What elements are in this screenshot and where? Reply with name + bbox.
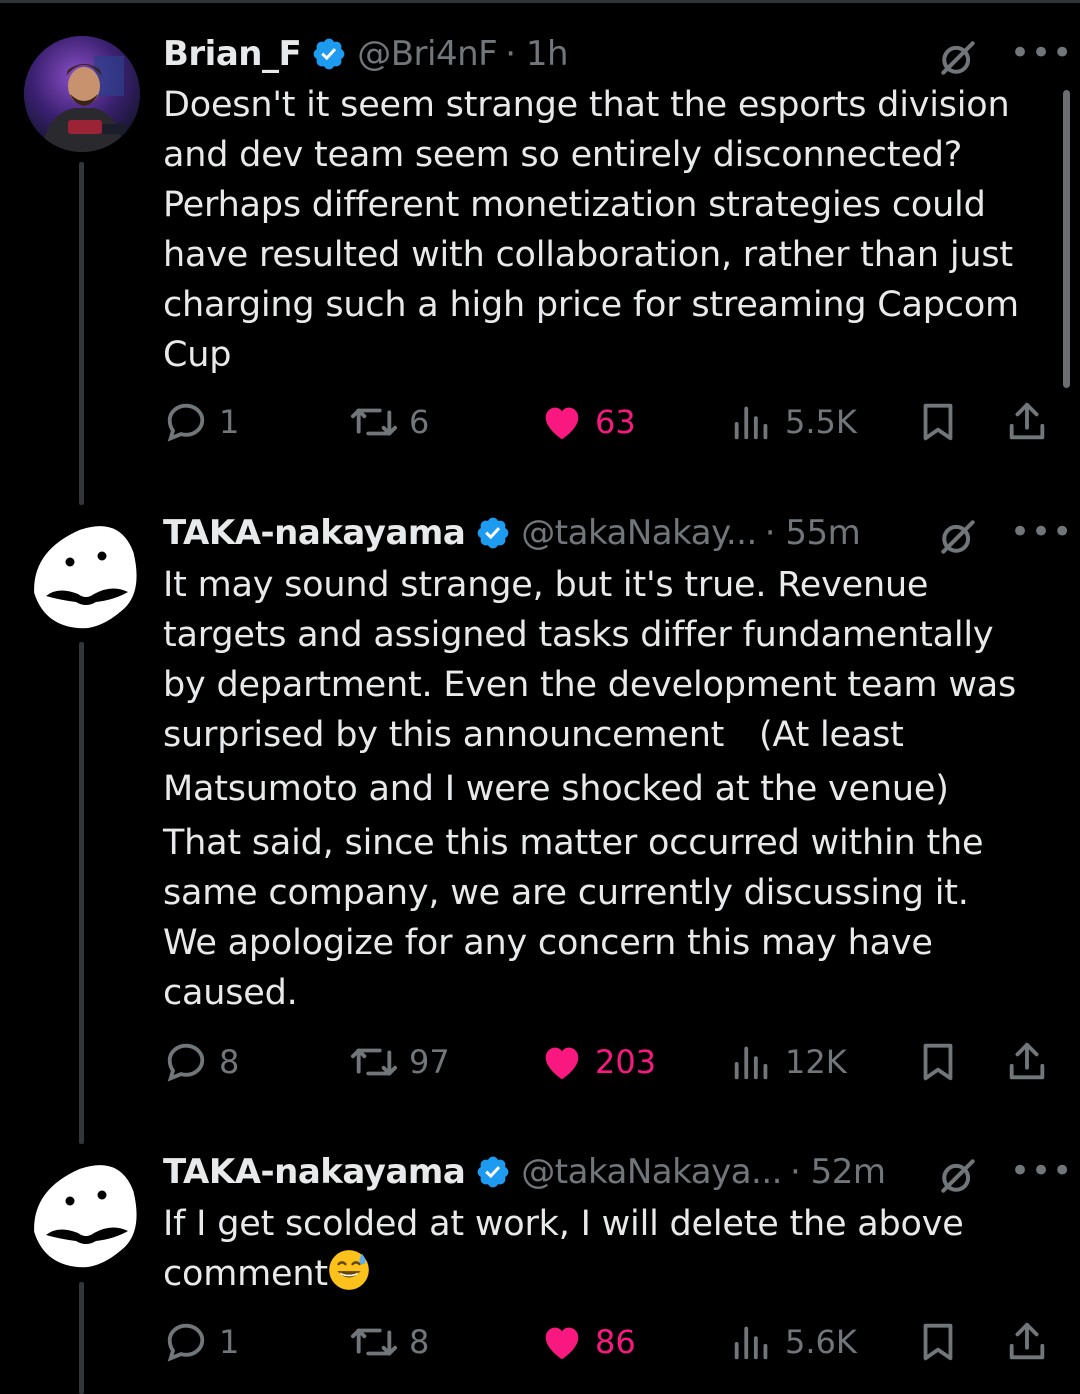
repost-count: 8 — [409, 1323, 430, 1361]
share-icon[interactable] — [1004, 399, 1050, 445]
handle[interactable]: @takaNakay... — [521, 513, 757, 553]
text-line: have resulted with collaboration, rather… — [163, 235, 1013, 275]
share-icon[interactable] — [1004, 1039, 1050, 1085]
like-button[interactable]: 86 — [539, 1318, 636, 1366]
repost-icon — [350, 1048, 397, 1076]
repost-count: 6 — [409, 403, 430, 441]
bookmark-icon[interactable] — [915, 1039, 961, 1085]
text-line: and dev team seem so entirely disconnect… — [163, 135, 963, 175]
tweet-text: If I get scolded at work, I will delete … — [163, 1199, 1043, 1299]
text-line: comment — [163, 1249, 1043, 1299]
timestamp[interactable]: · 52m — [790, 1152, 886, 1192]
tweet-header: Brian_F @Bri4nF · 1h — [163, 29, 569, 79]
like-button[interactable]: 63 — [539, 398, 636, 446]
like-count: 203 — [595, 1043, 657, 1081]
like-button[interactable]: 203 — [539, 1038, 656, 1086]
handle[interactable]: @takaNakaya... — [521, 1152, 782, 1192]
repost-button[interactable]: 8 — [349, 1318, 429, 1366]
like-count: 63 — [595, 403, 636, 441]
reply-count: 1 — [219, 1323, 240, 1361]
views-count: 5.5K — [785, 403, 857, 441]
verified-badge-icon — [477, 1156, 509, 1188]
display-name[interactable]: Brian_F — [163, 34, 302, 74]
heart-icon — [545, 407, 579, 440]
repost-button[interactable]: 97 — [349, 1038, 450, 1086]
verified-badge-icon — [313, 38, 345, 70]
text-line: surprised by this announcement (At least — [163, 715, 904, 755]
text-line: That said, since this matter occurred wi… — [163, 823, 984, 863]
text-line: Perhaps different monetization strategie… — [163, 185, 986, 225]
timestamp[interactable]: · 55m — [765, 513, 861, 553]
reply-count: 1 — [219, 403, 240, 441]
grinning-sweat-emoji — [329, 1250, 369, 1290]
text-line: We apologize for any concern this may ha… — [163, 923, 933, 963]
text-line: caused. — [163, 973, 298, 1013]
tweet-text: Doesn't it seem strange that the esports… — [163, 80, 1043, 380]
views-icon — [734, 1326, 768, 1360]
grok-icon[interactable] — [936, 36, 980, 80]
mask-avatar-image — [34, 1165, 137, 1268]
action-bar: 1 8 86 5.6K — [163, 1318, 1053, 1366]
text-line: It may sound strange, but it's true. Rev… — [163, 565, 929, 605]
reply-button[interactable]: 8 — [163, 1038, 239, 1086]
tweet-header: TAKA-nakayama @takaNakay... · 55m — [163, 508, 861, 558]
views-count: 12K — [785, 1043, 847, 1081]
repost-icon — [350, 408, 397, 436]
reply-button[interactable]: 1 — [163, 398, 239, 446]
grok-icon[interactable] — [936, 1154, 980, 1198]
verified-badge-icon — [477, 517, 509, 549]
bookmark-icon[interactable] — [915, 1319, 961, 1365]
avatar[interactable] — [24, 1155, 140, 1271]
text-line: Matsumoto and I were shocked at the venu… — [163, 769, 949, 809]
text-line: Cup — [163, 335, 232, 375]
text-line: Doesn't it seem strange that the esports… — [163, 85, 1010, 125]
text-line: same company, we are currently discussin… — [163, 873, 969, 913]
reply-button[interactable]: 1 — [163, 1318, 239, 1366]
top-divider — [0, 0, 1080, 3]
text-line: by department. Even the development team… — [163, 665, 1017, 705]
avatar-photo — [24, 36, 140, 152]
display-name[interactable]: TAKA-nakayama — [163, 1152, 466, 1192]
more-icon[interactable]: ••• — [1010, 36, 1073, 70]
handle[interactable]: @Bri4nF — [357, 34, 498, 74]
tweet-text: It may sound strange, but it's true. Rev… — [163, 560, 1043, 1018]
text-line: charging such a high price for streaming… — [163, 285, 1019, 325]
text-line: targets and assigned tasks differ fundam… — [163, 615, 994, 655]
heart-icon — [545, 1327, 579, 1360]
more-icon[interactable]: ••• — [1010, 515, 1073, 549]
views-button[interactable]: 12K — [729, 1038, 847, 1086]
views-icon — [734, 1046, 768, 1080]
bookmark-icon[interactable] — [915, 399, 961, 445]
more-icon[interactable]: ••• — [1010, 1154, 1073, 1188]
avatar[interactable] — [24, 516, 140, 632]
heart-icon — [545, 1047, 579, 1080]
repost-icon — [350, 1328, 397, 1356]
reply-icon — [167, 1323, 205, 1362]
grok-icon[interactable] — [936, 515, 980, 559]
views-button[interactable]: 5.5K — [729, 398, 857, 446]
share-icon[interactable] — [1004, 1319, 1050, 1365]
avatar[interactable] — [24, 36, 140, 152]
action-bar: 8 97 203 12K — [163, 1038, 1053, 1086]
repost-button[interactable]: 6 — [349, 398, 429, 446]
text-span: comment — [163, 1254, 328, 1294]
views-button[interactable]: 5.6K — [729, 1318, 857, 1366]
like-count: 86 — [595, 1323, 636, 1361]
text-line: If I get scolded at work, I will delete … — [163, 1204, 964, 1244]
action-bar: 1 6 63 5.5K — [163, 398, 1053, 446]
repost-count: 97 — [409, 1043, 450, 1081]
timestamp[interactable]: · 1h — [505, 34, 568, 74]
mask-avatar-image — [34, 526, 137, 629]
views-icon — [734, 406, 768, 440]
thread-line — [79, 642, 84, 1144]
views-count: 5.6K — [785, 1323, 857, 1361]
display-name[interactable]: TAKA-nakayama — [163, 513, 466, 553]
reply-icon — [167, 1043, 205, 1082]
thread-line — [79, 1282, 84, 1394]
thread-line — [79, 162, 84, 505]
reply-count: 8 — [219, 1043, 240, 1081]
tweet-header: TAKA-nakayama @takaNakaya... · 52m — [163, 1147, 886, 1197]
scrollbar[interactable] — [1063, 90, 1070, 388]
reply-icon — [167, 403, 205, 442]
